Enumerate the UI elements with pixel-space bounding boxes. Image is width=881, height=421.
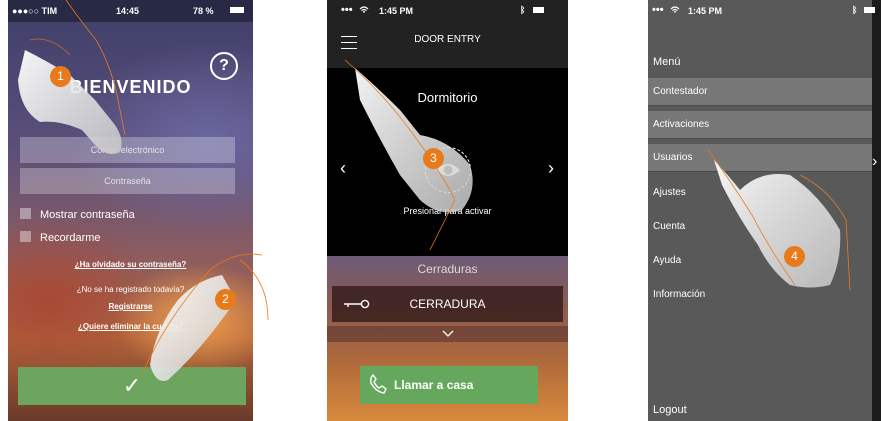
clock: 1:45 PM bbox=[688, 6, 723, 16]
welcome-title: BIENVENIDO bbox=[69, 77, 192, 97]
menu-item-cuenta[interactable]: Cuenta bbox=[648, 213, 872, 241]
call-home-button[interactable]: Llamar a casa bbox=[360, 366, 538, 404]
door-entry-screen: ••• 1:45 PM ᛒ DOOR ENTRY Dormitorio ‹ › … bbox=[327, 0, 568, 421]
menu-item-ayuda[interactable]: Ayuda bbox=[648, 247, 872, 275]
phone-icon bbox=[370, 374, 387, 394]
menu-item-informacion[interactable]: Información bbox=[648, 281, 872, 309]
checkbox-icon bbox=[20, 231, 31, 242]
step-badge: 3 bbox=[423, 148, 444, 169]
login-confirm-button[interactable]: ✓ bbox=[18, 367, 246, 405]
menu-item-ajustes[interactable]: Ajustes bbox=[648, 179, 872, 207]
battery-icon bbox=[864, 7, 875, 13]
status-bar: ••• 1:45 PM ᛒ bbox=[648, 0, 881, 22]
remember-me-label: Recordarme bbox=[40, 232, 101, 244]
page-title: DOOR ENTRY bbox=[414, 34, 481, 45]
register-link[interactable]: Registrarse bbox=[108, 302, 152, 311]
locks-title: Cerraduras bbox=[417, 262, 478, 276]
signal-dots: ••• bbox=[341, 4, 353, 16]
lock-name: CERRADURA bbox=[409, 297, 486, 311]
call-home-label: Llamar a casa bbox=[394, 378, 474, 392]
side-menu bbox=[648, 0, 872, 421]
step-badge: 2 bbox=[215, 289, 236, 310]
logout-button[interactable]: Logout bbox=[653, 404, 687, 416]
activate-hint: Presionar para activar bbox=[403, 206, 492, 216]
checkbox-icon bbox=[20, 208, 31, 219]
help-button[interactable]: ? bbox=[210, 52, 238, 80]
step-badge: 4 bbox=[784, 246, 805, 267]
email-field[interactable]: Correo electrónico bbox=[20, 137, 235, 163]
room-name: Dormitorio bbox=[417, 90, 478, 105]
signal-dots: ••• bbox=[652, 4, 664, 16]
battery-level: 78 % bbox=[193, 6, 214, 16]
remember-me-checkbox[interactable]: Recordarme bbox=[20, 231, 101, 244]
status-bar: ••• 1:45 PM ᛒ bbox=[327, 0, 568, 22]
wifi-icon bbox=[359, 6, 369, 13]
lock-row[interactable]: CERRADURA bbox=[332, 286, 563, 322]
login-screen: ●●●○○ TIM 14:45 78 % ? BIENVENIDO Correo… bbox=[8, 0, 253, 421]
next-camera-arrow[interactable]: › bbox=[548, 158, 554, 179]
status-bar: ●●●○○ TIM 14:45 78 % bbox=[8, 0, 253, 22]
delete-account-link[interactable]: ¿Quiere eliminar la cuenta? bbox=[78, 322, 183, 331]
checkmark-icon: ✓ bbox=[122, 373, 142, 398]
wifi-icon bbox=[670, 6, 680, 13]
show-password-checkbox[interactable]: Mostrar contraseña bbox=[20, 208, 135, 221]
menu-title: Menú bbox=[653, 56, 681, 68]
background-peek: › bbox=[872, 0, 881, 421]
show-password-label: Mostrar contraseña bbox=[40, 209, 135, 221]
carrier-label: ●●●○○ TIM bbox=[12, 6, 58, 16]
bluetooth-icon: ᛒ bbox=[852, 5, 858, 15]
forgot-password-link[interactable]: ¿Ha olvidado su contraseña? bbox=[75, 260, 187, 269]
prev-camera-arrow[interactable]: ‹ bbox=[340, 158, 346, 179]
battery-icon bbox=[230, 7, 244, 13]
chevron-down-icon bbox=[442, 330, 454, 337]
expand-locks-button[interactable] bbox=[327, 326, 568, 342]
menu-item-usuarios[interactable]: Usuarios bbox=[648, 144, 872, 172]
peek-arrow: › bbox=[872, 153, 878, 170]
clock: 14:45 bbox=[116, 6, 140, 16]
clock: 1:45 PM bbox=[379, 6, 414, 16]
menu-item-activaciones[interactable]: Activaciones bbox=[648, 111, 872, 139]
battery-icon bbox=[533, 7, 544, 13]
menu-item-contestador[interactable]: Contestador bbox=[648, 78, 872, 106]
step-badge: 1 bbox=[50, 66, 71, 87]
bluetooth-icon: ᛒ bbox=[520, 5, 526, 15]
password-field[interactable]: Contraseña bbox=[20, 168, 235, 194]
menu-screen: › ••• 1:45 PM ᛒ Menú Contestador Activac… bbox=[648, 0, 881, 421]
